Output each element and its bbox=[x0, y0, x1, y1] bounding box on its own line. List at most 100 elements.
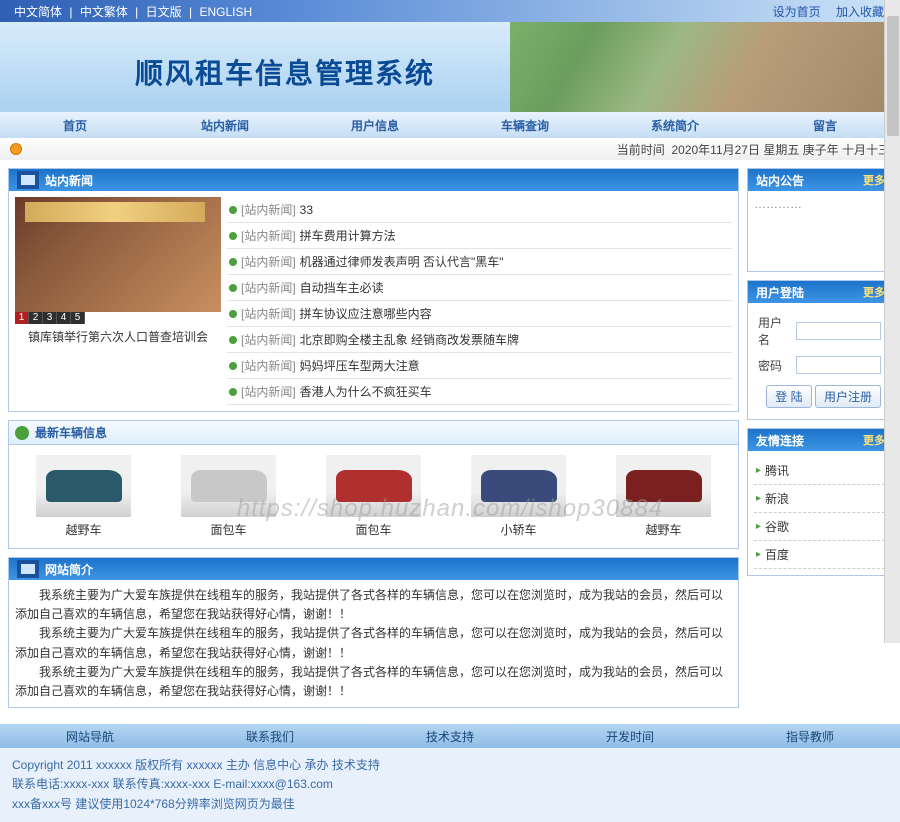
nav-user[interactable]: 用户信息 bbox=[300, 117, 450, 134]
copy-line: Copyright 2011 xxxxxx 版权所有 xxxxxx 主办 信息中… bbox=[12, 756, 888, 775]
nav-about[interactable]: 系统简介 bbox=[600, 117, 750, 134]
login-more[interactable]: 更多 bbox=[863, 284, 885, 300]
news-title: 站内新闻 bbox=[45, 172, 93, 189]
car-item[interactable]: 越野车 bbox=[616, 455, 711, 538]
intro-title: 网站简介 bbox=[45, 561, 93, 578]
site-title: 顺风租车信息管理系统 bbox=[135, 52, 435, 92]
link-item[interactable]: 谷歌 bbox=[754, 513, 885, 541]
car-icon bbox=[626, 470, 702, 502]
login-button[interactable]: 登 陆 bbox=[766, 385, 811, 408]
date-bar: 当前时间 2020年11月27日 星期五 庚子年 十月十三 bbox=[0, 138, 900, 160]
car-item[interactable]: 小轿车 bbox=[471, 455, 566, 538]
footer-nav-item[interactable]: 开发时间 bbox=[540, 728, 720, 745]
username-label: 用户名 bbox=[756, 311, 792, 351]
nav-home[interactable]: 首页 bbox=[0, 117, 150, 134]
link-item[interactable]: 新浪 bbox=[754, 485, 885, 513]
slide-caption: 镇库镇举行第六次人口普查培训会 bbox=[15, 324, 221, 349]
news-list: [站内新闻] 33 [站内新闻] 拼车费用计算方法 [站内新闻] 机器通过律师发… bbox=[227, 197, 732, 405]
login-widget: 用户登陆 更多 用户名 密码 登 陆 用户注册 bbox=[747, 280, 892, 420]
monitor-icon bbox=[17, 560, 39, 578]
announce-widget: 站内公告 更多 ………… bbox=[747, 168, 892, 272]
announce-title: 站内公告 bbox=[756, 172, 804, 189]
slide-image[interactable] bbox=[15, 197, 221, 312]
add-favorite[interactable]: 加入收藏 bbox=[836, 5, 884, 19]
link-list: 腾讯 新浪 谷歌 百度 bbox=[754, 457, 885, 569]
banner: 顺风租车信息管理系统 bbox=[0, 22, 900, 112]
news-item[interactable]: [站内新闻] 自动挡车主必读 bbox=[227, 275, 732, 301]
copy-line: xxx备xxx号 建议使用1024*768分辨率浏览网页为最佳 bbox=[12, 795, 888, 814]
announce-more[interactable]: 更多 bbox=[863, 172, 885, 188]
main-nav: 首页 站内新闻 用户信息 车辆查询 系统简介 留言 bbox=[0, 112, 900, 138]
news-item[interactable]: [站内新闻] 机器通过律师发表声明 否认代言"黑车" bbox=[227, 249, 732, 275]
nav-news[interactable]: 站内新闻 bbox=[150, 117, 300, 134]
links-more[interactable]: 更多 bbox=[863, 432, 885, 448]
vertical-scrollbar[interactable] bbox=[884, 0, 900, 643]
cars-header: 最新车辆信息 bbox=[8, 420, 739, 444]
intro-widget: 网站简介 我系统主要为广大爱车族提供在线租车的服务，我站提供了各式各样的车辆信息… bbox=[8, 557, 739, 708]
register-button[interactable]: 用户注册 bbox=[815, 385, 881, 408]
top-right-links: 设为首页 加入收藏 bbox=[767, 3, 890, 20]
intro-header: 网站简介 bbox=[9, 558, 738, 580]
lang-traditional[interactable]: 中文繁体 bbox=[80, 5, 128, 19]
announce-header: 站内公告 更多 bbox=[748, 169, 891, 191]
lang-japanese[interactable]: 日文版 bbox=[146, 5, 182, 19]
password-input[interactable] bbox=[796, 356, 881, 374]
news-slider: 1 2 3 4 5 镇库镇举行第六次人口普查培训会 bbox=[15, 197, 221, 405]
links-header: 友情连接 更多 bbox=[748, 429, 891, 451]
monitor-icon bbox=[17, 171, 39, 189]
intro-paragraph: 我系统主要为广大爱车族提供在线租车的服务，我站提供了各式各样的车辆信息，您可以在… bbox=[15, 586, 732, 624]
pager-2[interactable]: 2 bbox=[29, 312, 43, 324]
language-links: 中文简体 | 中文繁体 | 日文版 | ENGLISH bbox=[10, 3, 256, 20]
car-item[interactable]: 越野车 bbox=[36, 455, 131, 538]
pager-4[interactable]: 4 bbox=[57, 312, 71, 324]
pager-3[interactable]: 3 bbox=[43, 312, 57, 324]
footer-nav: 网站导航 联系我们 技术支持 开发时间 指导教师 bbox=[0, 724, 900, 748]
car-icon bbox=[46, 470, 122, 502]
circle-icon bbox=[15, 426, 29, 440]
news-widget: 站内新闻 1 2 3 4 5 镇库镇举行第六次人口普查培训会 bbox=[8, 168, 739, 412]
news-item[interactable]: [站内新闻] 拼车费用计算方法 bbox=[227, 223, 732, 249]
slide-pager: 1 2 3 4 5 bbox=[15, 312, 221, 324]
cars-title: 最新车辆信息 bbox=[35, 424, 107, 441]
intro-paragraph: 我系统主要为广大爱车族提供在线租车的服务，我站提供了各式各样的车辆信息，您可以在… bbox=[15, 663, 732, 701]
news-item[interactable]: [站内新闻] 妈妈坪压车型两大注意 bbox=[227, 353, 732, 379]
car-item[interactable]: 面包车 bbox=[326, 455, 421, 538]
footer-nav-item[interactable]: 技术支持 bbox=[360, 728, 540, 745]
news-header: 站内新闻 bbox=[9, 169, 738, 191]
footer-nav-item[interactable]: 网站导航 bbox=[0, 728, 180, 745]
news-item[interactable]: [站内新闻] 33 bbox=[227, 197, 732, 223]
current-date: 当前时间 2020年11月27日 星期五 庚子年 十月十三 bbox=[617, 141, 890, 158]
banner-image bbox=[510, 22, 900, 112]
login-title: 用户登陆 bbox=[756, 284, 804, 301]
sun-icon bbox=[10, 143, 22, 155]
footer-nav-item[interactable]: 指导教师 bbox=[720, 728, 900, 745]
nav-guestbook[interactable]: 留言 bbox=[750, 117, 900, 134]
copyright: Copyright 2011 xxxxxx 版权所有 xxxxxx 主办 信息中… bbox=[0, 748, 900, 822]
link-item[interactable]: 腾讯 bbox=[754, 457, 885, 485]
car-grid: 越野车 面包车 面包车 小轿车 越野车 bbox=[8, 444, 739, 549]
car-icon bbox=[191, 470, 267, 502]
footer-nav-item[interactable]: 联系我们 bbox=[180, 728, 360, 745]
announce-body: ………… bbox=[748, 191, 891, 271]
copy-line: 联系电话:xxxx-xxx 联系传真:xxxx-xxx E-mail:xxxx@… bbox=[12, 775, 888, 794]
scrollbar-thumb[interactable] bbox=[887, 16, 899, 136]
username-input[interactable] bbox=[796, 322, 881, 340]
car-item[interactable]: 面包车 bbox=[181, 455, 276, 538]
link-item[interactable]: 百度 bbox=[754, 541, 885, 569]
news-item[interactable]: [站内新闻] 香港人为什么不疯狂买车 bbox=[227, 379, 732, 405]
news-item[interactable]: [站内新闻] 拼车协议应注意哪些内容 bbox=[227, 301, 732, 327]
lang-simplified[interactable]: 中文简体 bbox=[14, 5, 62, 19]
password-label: 密码 bbox=[756, 353, 792, 377]
set-homepage[interactable]: 设为首页 bbox=[773, 5, 821, 19]
login-header: 用户登陆 更多 bbox=[748, 281, 891, 303]
intro-paragraph: 我系统主要为广大爱车族提供在线租车的服务，我站提供了各式各样的车辆信息，您可以在… bbox=[15, 624, 732, 662]
pager-5[interactable]: 5 bbox=[71, 312, 85, 324]
car-icon bbox=[481, 470, 557, 502]
nav-car-search[interactable]: 车辆查询 bbox=[450, 117, 600, 134]
lang-english[interactable]: ENGLISH bbox=[199, 5, 252, 19]
car-icon bbox=[336, 470, 412, 502]
pager-1[interactable]: 1 bbox=[15, 312, 29, 324]
news-item[interactable]: [站内新闻] 北京即购全楼主乱象 经销商改发票随车牌 bbox=[227, 327, 732, 353]
links-widget: 友情连接 更多 腾讯 新浪 谷歌 百度 bbox=[747, 428, 892, 576]
top-bar: 中文简体 | 中文繁体 | 日文版 | ENGLISH 设为首页 加入收藏 bbox=[0, 0, 900, 22]
